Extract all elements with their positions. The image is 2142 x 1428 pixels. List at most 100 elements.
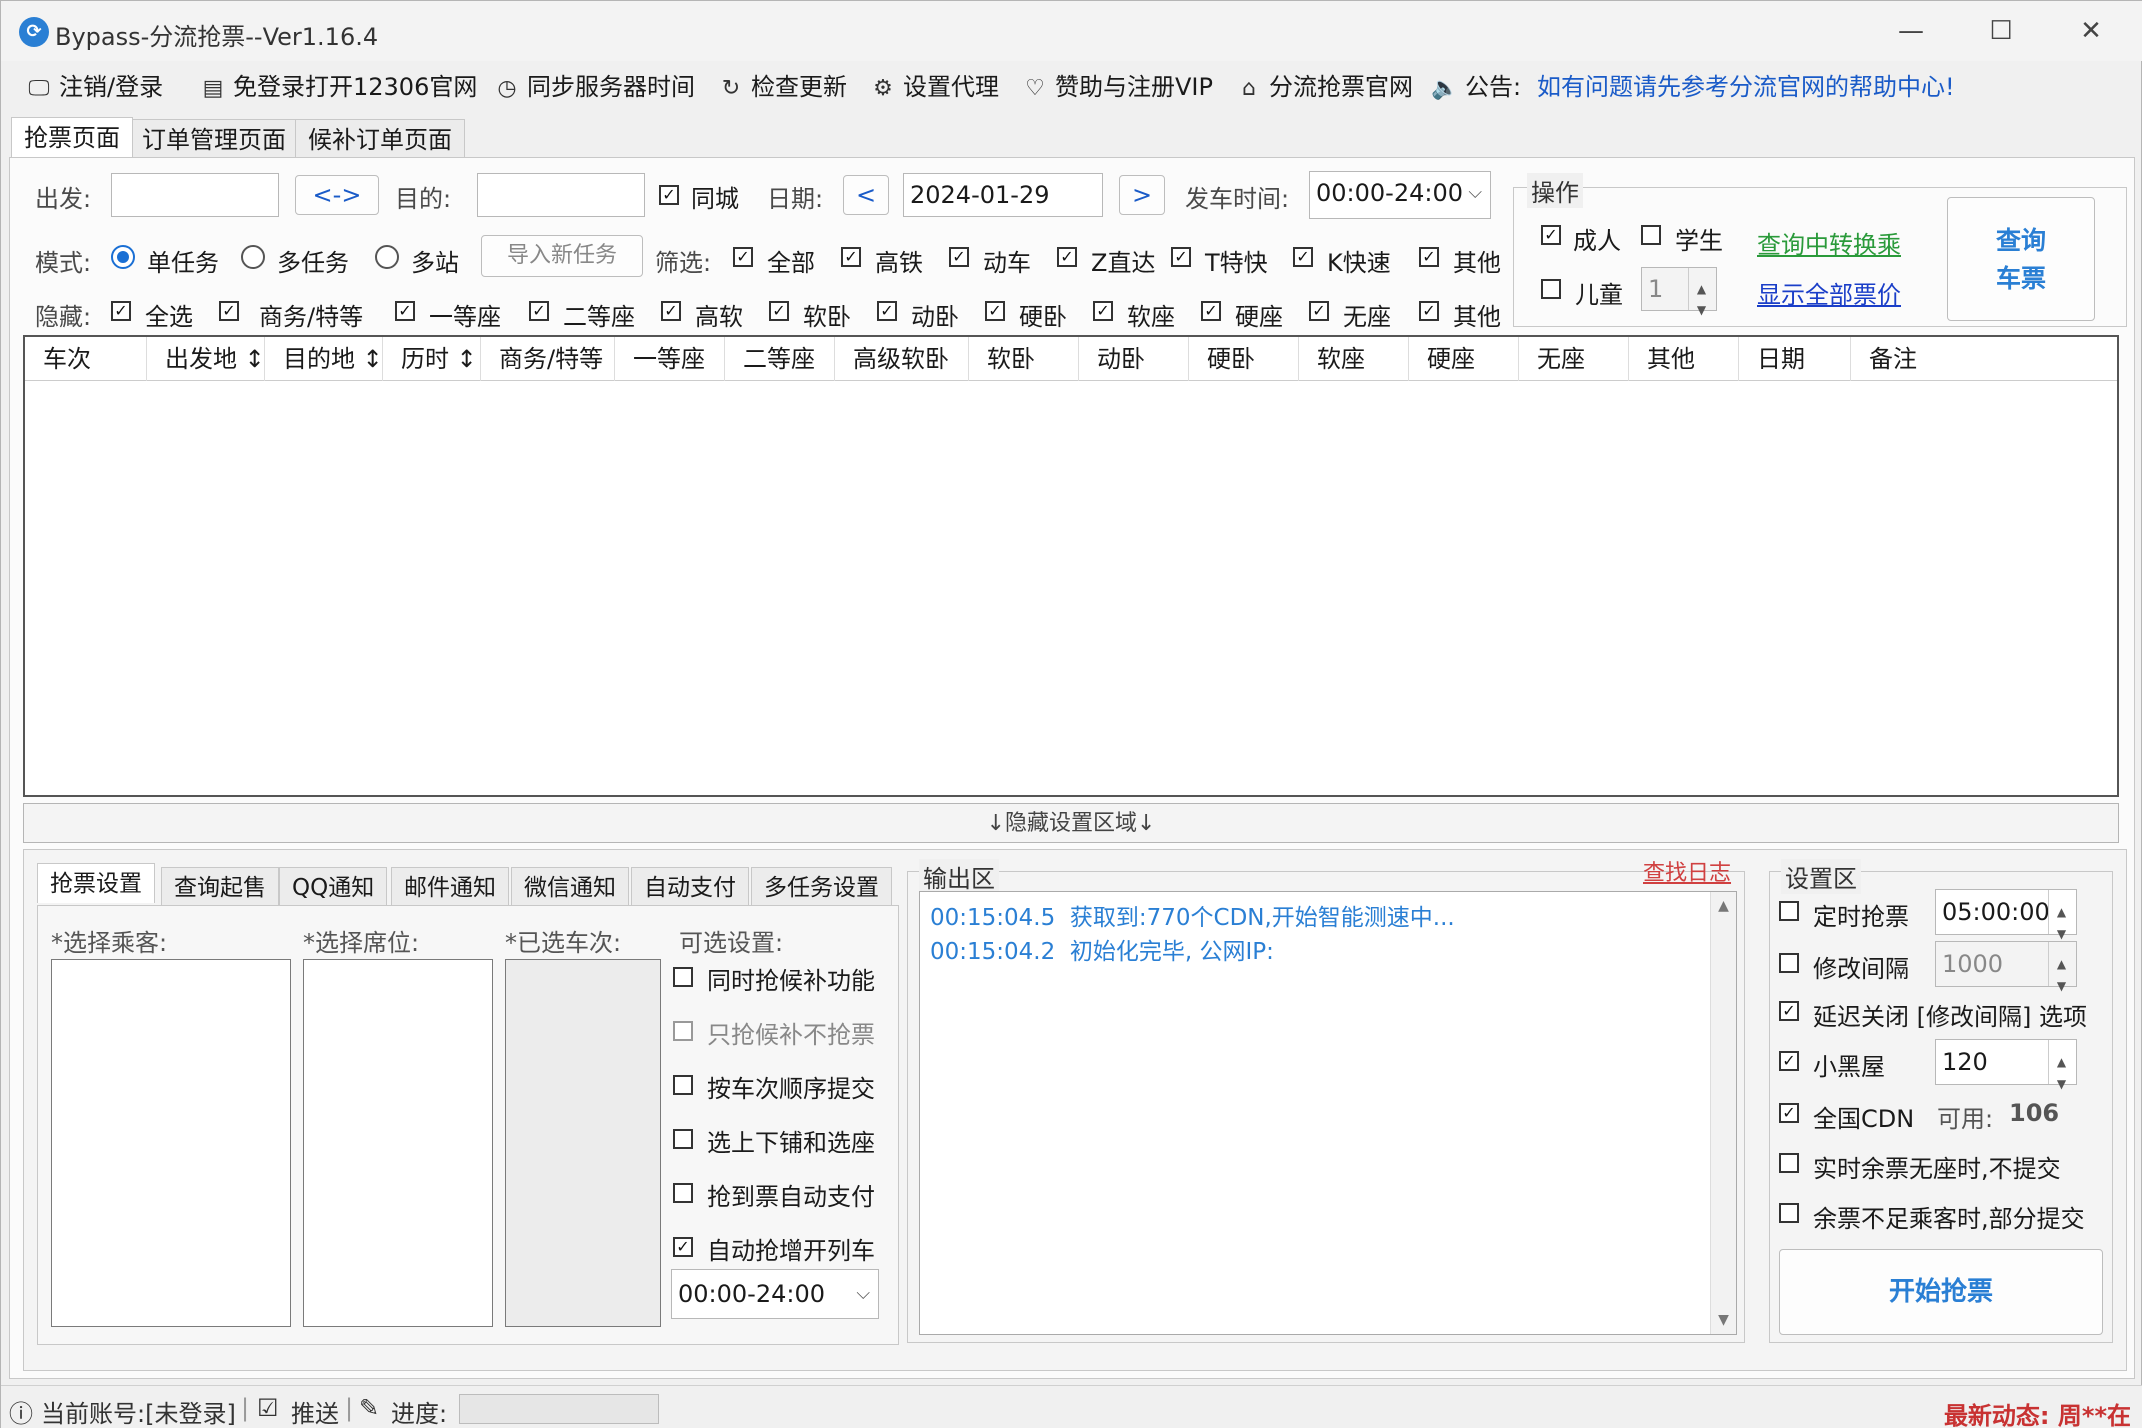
opt-order-submit-checkbox[interactable] [673,1075,693,1095]
passenger-list[interactable] [51,959,291,1327]
tab-auto-pay[interactable]: 自动支付 [631,867,749,907]
col-soft-sleeper[interactable]: 软卧 [969,337,1079,381]
prev-date-button[interactable]: < [843,175,889,215]
hide-second-class-checkbox[interactable]: ✓ [529,301,549,321]
tab-qq-notify[interactable]: QQ通知 [279,867,388,907]
tab-multi-task[interactable]: 多任务设置 [751,867,892,907]
opt-waitlist-only-checkbox[interactable] [673,1021,693,1041]
hide-soft-seat-checkbox[interactable]: ✓ [1093,301,1113,321]
hide-hard-seat-checkbox[interactable]: ✓ [1201,301,1221,321]
find-log-link[interactable]: 查找日志 [1643,855,1731,887]
mode-multistation-radio[interactable] [375,245,399,269]
hide-first-class-checkbox[interactable]: ✓ [395,301,415,321]
stepper-up-icon[interactable]: ▲ [2048,1040,2074,1069]
depart-time-select[interactable]: 00:00-24:00 ⌵ [1309,171,1491,219]
stepper-down-icon[interactable]: ▼ [2048,1062,2074,1091]
col-soft-seat[interactable]: 软座 [1299,337,1409,381]
child-checkbox[interactable] [1541,279,1561,299]
col-remark[interactable]: 备注 [1851,337,2117,381]
partial-submit-checkbox[interactable] [1779,1203,1799,1223]
delay-close-checkbox[interactable]: ✓ [1779,1001,1799,1021]
sponsor-vip-button[interactable]: ♡ 赞助与注册VIP [1021,69,1213,105]
col-premium-soft-sleeper[interactable]: 高级软卧 [835,337,969,381]
blackroom-checkbox[interactable]: ✓ [1779,1051,1799,1071]
filter-k-checkbox[interactable]: ✓ [1293,247,1313,267]
col-first-class[interactable]: 一等座 [615,337,725,381]
interval-stepper[interactable]: 1000 ▲ ▼ [1935,941,2077,993]
hide-no-seat-checkbox[interactable]: ✓ [1309,301,1329,321]
push-label[interactable]: 推送 [291,1394,339,1428]
hide-moving-sleeper-checkbox[interactable]: ✓ [877,301,897,321]
col-to[interactable]: 目的地 ↕ [265,337,383,381]
opt-waitlist-checkbox[interactable] [673,967,693,987]
hide-hard-sleeper-checkbox[interactable]: ✓ [985,301,1005,321]
col-no-seat[interactable]: 无座 [1519,337,1629,381]
scroll-down-icon[interactable]: ▼ [1711,1312,1736,1328]
open-12306-button[interactable]: ▤ 免登录打开12306官网 [199,69,478,105]
filter-t-checkbox[interactable]: ✓ [1171,247,1191,267]
filter-z-checkbox[interactable]: ✓ [1057,247,1077,267]
next-date-button[interactable]: > [1119,175,1165,215]
proxy-settings-button[interactable]: ⚙ 设置代理 [869,69,999,105]
swap-button[interactable]: <-> [295,175,379,215]
close-button[interactable]: ✕ [2061,11,2121,51]
tab-ticket[interactable]: 抢票页面 [11,117,133,157]
hide-soft-sleeper-checkbox[interactable]: ✓ [769,301,789,321]
date-input[interactable]: 2024-01-29 [903,173,1103,217]
import-task-button[interactable]: 导入新任务 [481,235,643,277]
child-count-stepper[interactable]: 1 ▲ ▼ [1641,267,1717,317]
col-moving-sleeper[interactable]: 动卧 [1079,337,1189,381]
col-duration[interactable]: 历时 ↕ [383,337,481,381]
same-city-checkbox[interactable]: ✓ [659,185,679,205]
selected-train-list[interactable] [505,959,661,1327]
hide-high-soft-checkbox[interactable]: ✓ [661,301,681,321]
col-date[interactable]: 日期 [1739,337,1851,381]
tab-query-sale[interactable]: 查询起售 [161,867,279,907]
query-tickets-button[interactable]: 查询 车票 [1947,197,2095,321]
timed-checkbox[interactable] [1779,901,1799,921]
col-train-no[interactable]: 车次 [25,337,147,381]
minimize-button[interactable]: — [1881,11,1941,51]
stepper-up-icon[interactable]: ▲ [1688,268,1714,296]
mode-single-radio[interactable] [111,245,135,269]
logout-login-button[interactable]: 🖵 注销/登录 [25,69,163,105]
from-input[interactable] [111,173,279,217]
timed-stepper[interactable]: 05:00:00 ▲ ▼ [1935,889,2077,941]
stepper-up-icon[interactable]: ▲ [2048,942,2074,971]
stepper-down-icon[interactable]: ▼ [1688,289,1714,317]
col-second-class[interactable]: 二等座 [725,337,835,381]
output-log[interactable]: 00:15:04.5 获取到:770个CDN,开始智能测速中... 00:15:… [919,891,1737,1335]
tab-ticket-settings[interactable]: 抢票设置 [37,863,155,903]
interval-checkbox[interactable] [1779,953,1799,973]
stepper-down-icon[interactable]: ▼ [2048,964,2074,993]
hide-other-checkbox[interactable]: ✓ [1419,301,1439,321]
stepper-down-icon[interactable]: ▼ [2048,912,2074,941]
notice-link[interactable]: 如有问题请先参考分流官网的帮助中心! [1537,69,1955,105]
filter-dongche-checkbox[interactable]: ✓ [949,247,969,267]
adult-checkbox[interactable]: ✓ [1541,225,1561,245]
opt-extra-trains-checkbox[interactable]: ✓ [673,1237,693,1257]
col-business[interactable]: 商务/特等 [481,337,615,381]
sync-time-button[interactable]: ◷ 同步服务器时间 [493,69,695,105]
seat-list[interactable] [303,959,493,1327]
to-input[interactable] [477,173,645,217]
opt-auto-pay-checkbox[interactable] [673,1183,693,1203]
check-update-button[interactable]: ↻ 检查更新 [717,69,847,105]
student-checkbox[interactable] [1641,225,1661,245]
realtime-no-seat-checkbox[interactable] [1779,1153,1799,1173]
filter-all-checkbox[interactable]: ✓ [733,247,753,267]
mode-multi-radio[interactable] [241,245,265,269]
extra-trains-time-select[interactable]: 00:00-24:00 ⌵ [671,1269,879,1319]
hide-business-checkbox[interactable]: ✓ [219,301,239,321]
opt-berth-seat-checkbox[interactable] [673,1129,693,1149]
tab-email-notify[interactable]: 邮件通知 [391,867,509,907]
transfer-query-link[interactable]: 查询中转换乘 [1757,225,1901,260]
filter-gaotie-checkbox[interactable]: ✓ [841,247,861,267]
tab-order-management[interactable]: 订单管理页面 [129,119,299,159]
show-all-price-link[interactable]: 显示全部票价 [1757,275,1901,310]
official-site-button[interactable]: ⌂ 分流抢票官网 [1235,69,1413,105]
col-hard-sleeper[interactable]: 硬卧 [1189,337,1299,381]
stepper-up-icon[interactable]: ▲ [2048,890,2074,919]
train-results-grid[interactable]: 车次 出发地 ↕ 目的地 ↕ 历时 ↕ 商务/特等 一等座 二等座 高级软卧 软… [23,335,2119,797]
blackroom-stepper[interactable]: 120 ▲ ▼ [1935,1039,2077,1091]
